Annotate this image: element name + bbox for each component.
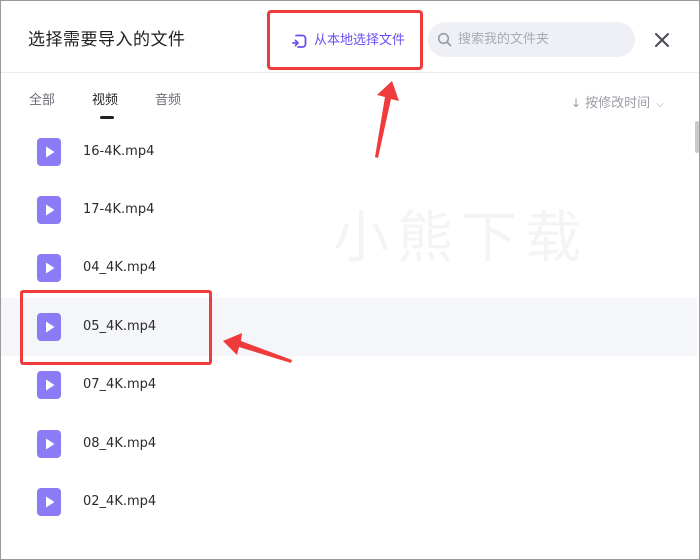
file-name: 04_4K.mp4 (83, 260, 157, 275)
sort-by-modified-time[interactable]: ↓ 按修改时间 ⌵ (571, 95, 664, 113)
file-name: 17-4K.mp4 (83, 202, 155, 217)
tab-all[interactable]: 全部 (29, 93, 55, 109)
video-file-icon (37, 254, 61, 282)
folder-import-icon (292, 34, 307, 48)
tab-video-label: 视频 (92, 93, 119, 108)
dialog-header: 选择需要导入的文件 从本地选择文件 (1, 1, 699, 73)
file-row[interactable]: 04_4K.mp4 (1, 239, 697, 297)
file-name: 08_4K.mp4 (83, 436, 157, 451)
folder-search-input[interactable] (458, 22, 626, 57)
file-row[interactable]: 02_4K.mp4 (1, 473, 697, 531)
import-file-dialog: 选择需要导入的文件 从本地选择文件 全部 视频 音频 (0, 0, 700, 560)
file-name: 16-4K.mp4 (83, 144, 155, 159)
file-name: 05_4K.mp4 (83, 319, 157, 334)
select-local-file-label: 从本地选择文件 (314, 33, 406, 48)
tab-video[interactable]: 视频 (92, 93, 119, 119)
close-icon[interactable] (651, 29, 673, 51)
dialog-title: 选择需要导入的文件 (28, 30, 186, 50)
list-scrollbar[interactable] (695, 121, 699, 153)
video-file-icon (37, 371, 61, 399)
video-file-icon (37, 488, 61, 516)
sort-down-arrow-icon: ↓ (571, 96, 582, 110)
select-local-file-button[interactable]: 从本地选择文件 (267, 10, 423, 70)
video-file-icon (37, 138, 61, 166)
file-list: 16-4K.mp4 17-4K.mp4 04_4K.mp4 05_4K.mp4 … (1, 123, 699, 559)
file-row[interactable]: 07_4K.mp4 (1, 356, 697, 414)
file-row[interactable]: 16-4K.mp4 (1, 123, 697, 181)
file-row-selected[interactable]: 05_4K.mp4 (1, 298, 697, 356)
file-name: 02_4K.mp4 (83, 494, 157, 509)
file-type-tabs: 全部 视频 音频 ↓ 按修改时间 ⌵ (1, 73, 699, 123)
video-file-icon (37, 313, 61, 341)
tab-audio[interactable]: 音频 (155, 93, 181, 109)
active-tab-indicator (100, 116, 114, 119)
folder-search-box[interactable] (428, 22, 635, 57)
video-file-icon (37, 430, 61, 458)
search-icon (437, 32, 452, 47)
video-file-icon (37, 196, 61, 224)
sort-label: 按修改时间 (585, 96, 651, 111)
chevron-down-icon: ⌵ (656, 99, 664, 110)
file-row[interactable]: 17-4K.mp4 (1, 181, 697, 239)
file-row[interactable]: 08_4K.mp4 (1, 415, 697, 473)
file-name: 07_4K.mp4 (83, 377, 157, 392)
